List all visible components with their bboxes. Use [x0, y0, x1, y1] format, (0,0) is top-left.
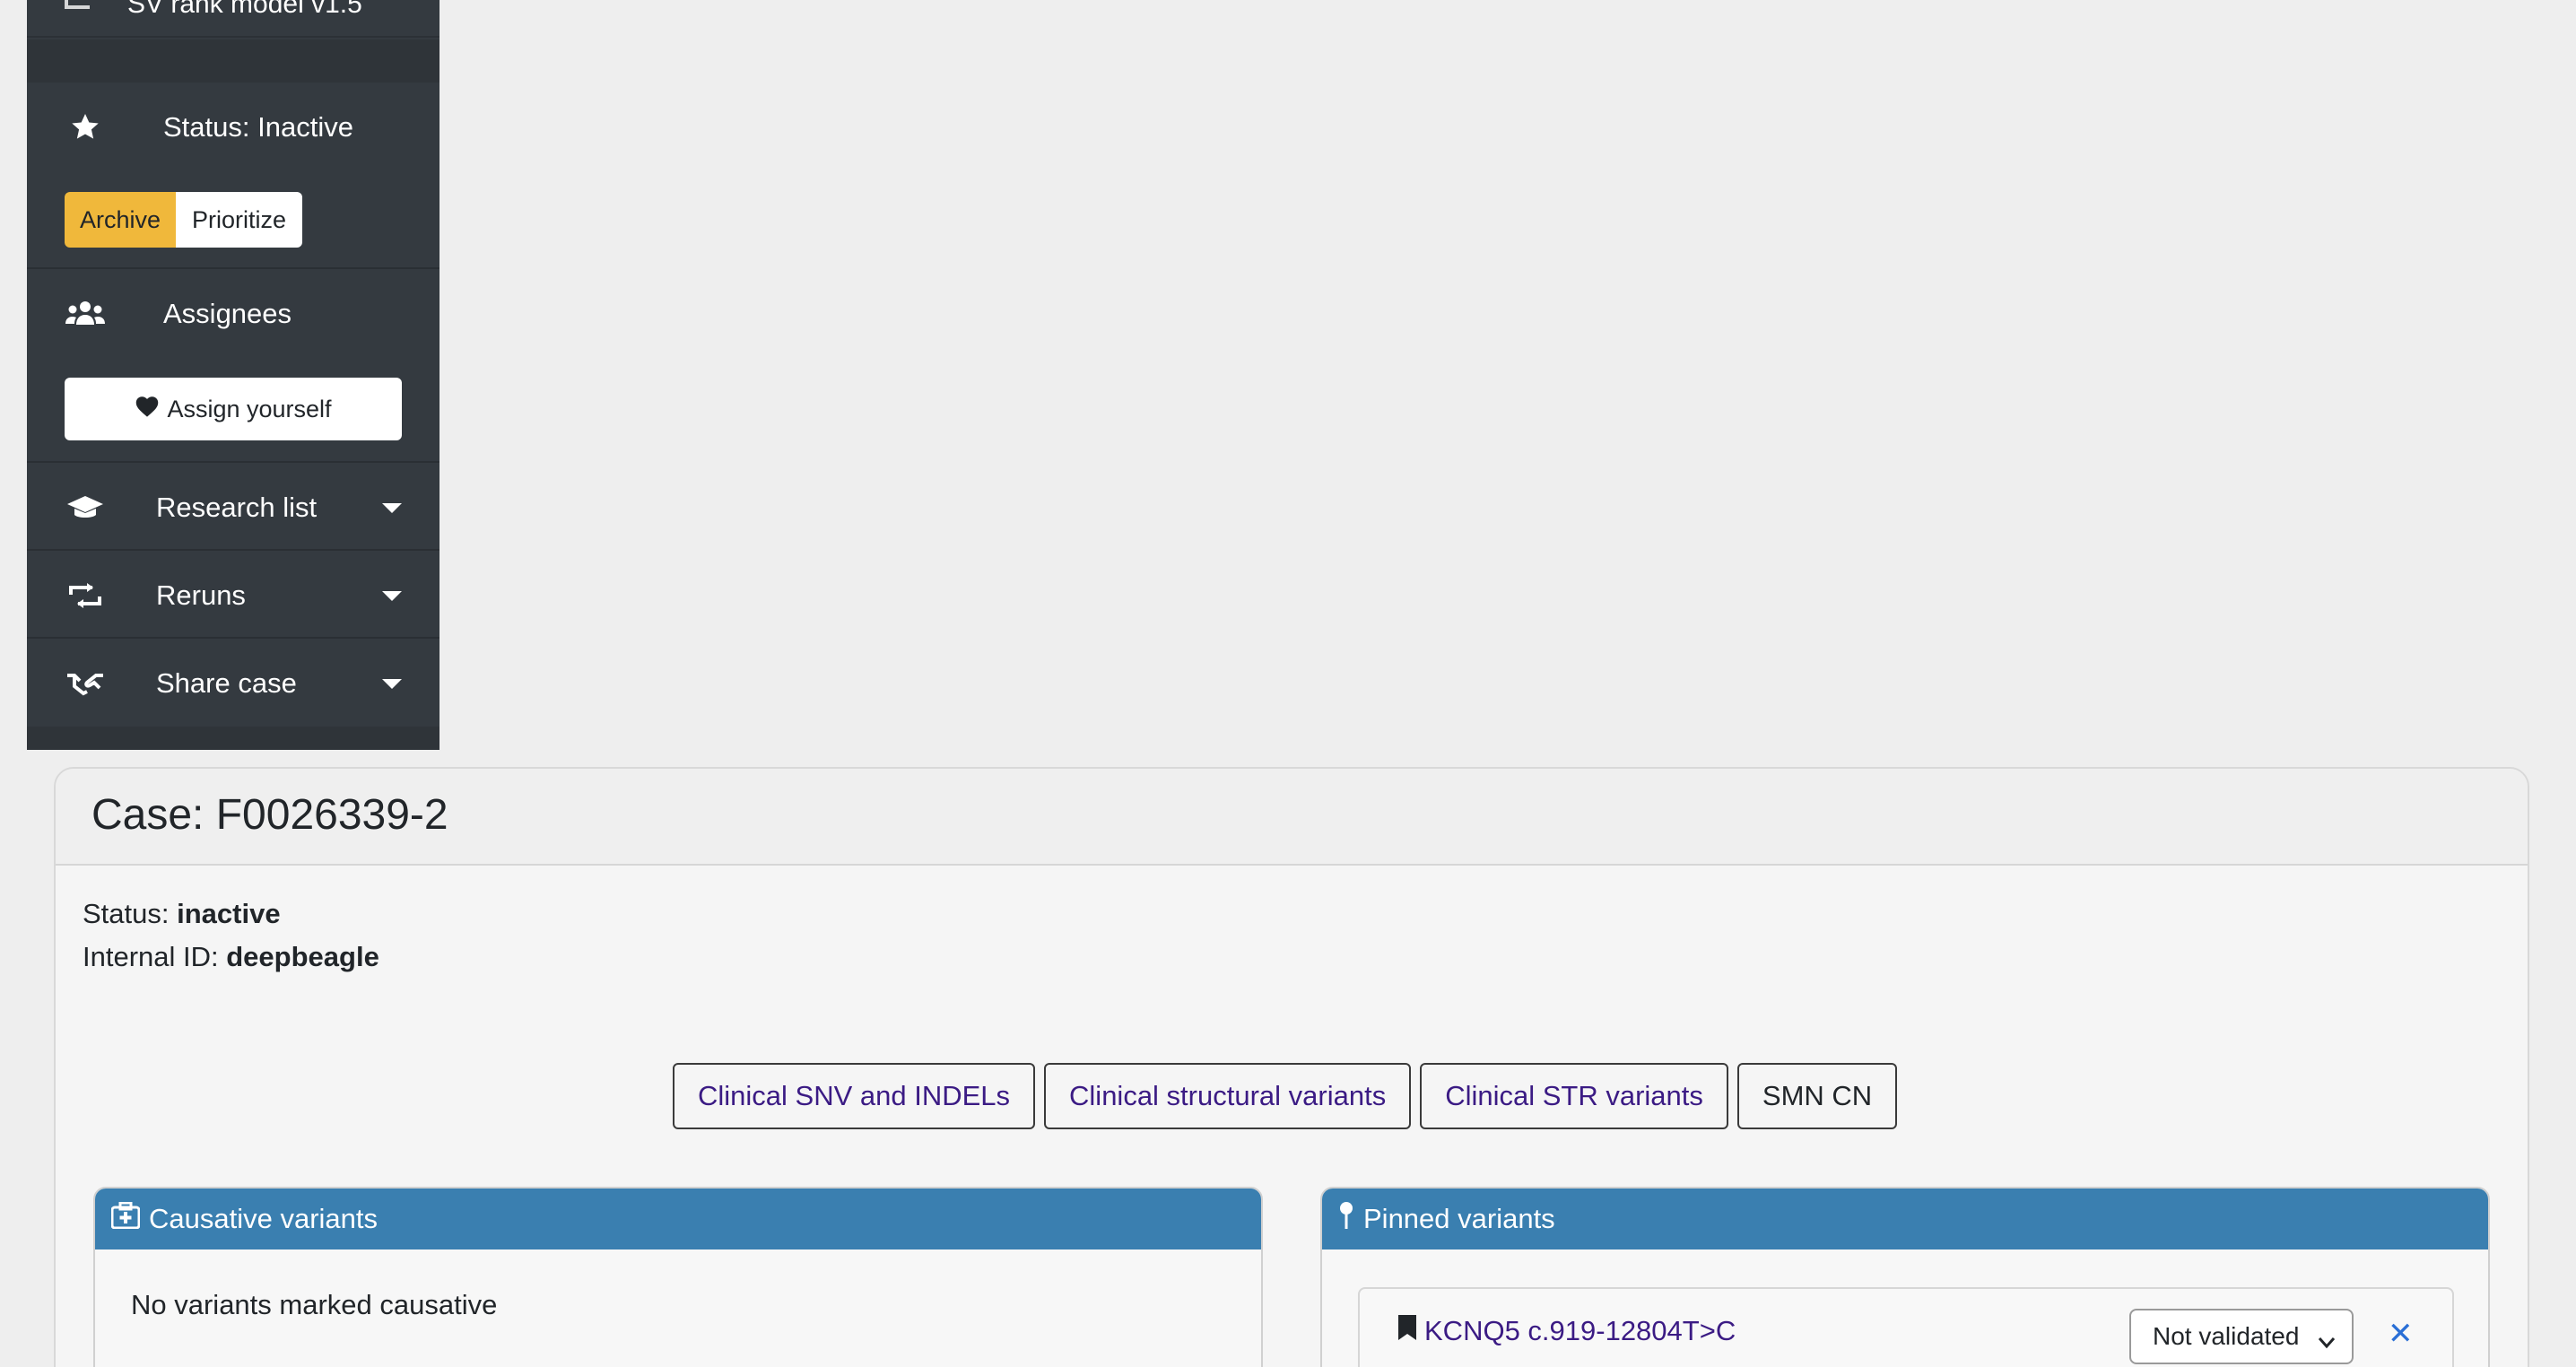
internal-id-value: deepbeagle — [226, 941, 379, 972]
clinical-snv-button[interactable]: Clinical SNV and INDELs — [673, 1063, 1036, 1129]
case-header: Case: F0026339-2 — [56, 769, 2528, 866]
heart-icon — [135, 395, 160, 424]
assign-yourself-label: Assign yourself — [167, 395, 332, 422]
status-button-group: Archive Prioritize — [65, 192, 303, 248]
medkit-icon — [110, 1201, 141, 1236]
sidebar-divider — [27, 461, 439, 463]
pinned-panel-title: Pinned variants — [1363, 1203, 1555, 1234]
causative-variants-panel: Causative variants No variants marked ca… — [93, 1187, 1263, 1367]
sidebar-item-share-case[interactable]: Share case — [27, 666, 439, 701]
validation-select-value: Not validated — [2153, 1322, 2300, 1350]
page-title: Case: F0026339-2 — [91, 791, 448, 839]
case-sidebar: SV rank model v1.5 Status: Inactive Arch… — [27, 0, 439, 750]
remove-pin-icon[interactable]: ✕ — [2388, 1316, 2414, 1352]
case-internal-id: Internal ID: deepbeagle — [83, 941, 379, 973]
assignees-label: Assignees — [163, 298, 292, 329]
sidebar-assignees: Assignees — [27, 296, 439, 332]
clinical-sv-button[interactable]: Clinical structural variants — [1044, 1063, 1412, 1129]
retweet-icon — [65, 578, 106, 614]
prioritize-button[interactable]: Prioritize — [176, 192, 303, 248]
validation-select[interactable]: Not validated — [2129, 1309, 2354, 1364]
assign-yourself-button[interactable]: Assign yourself — [65, 378, 402, 440]
research-list-label: Research list — [156, 492, 318, 523]
chevron-down-icon — [382, 590, 402, 601]
graduation-cap-icon — [65, 490, 106, 526]
chevron-down-icon — [382, 502, 402, 513]
sidebar-spacer — [27, 39, 439, 83]
causative-panel-header: Causative variants — [95, 1189, 1261, 1249]
sidebar-status: Status: Inactive — [27, 109, 439, 145]
causative-empty-text: No variants marked causative — [131, 1289, 498, 1320]
status-value: inactive — [177, 898, 281, 929]
pinned-panel-header: Pinned variants — [1322, 1189, 2488, 1249]
pin-icon — [1338, 1201, 1354, 1237]
bookmark-icon — [1397, 1314, 1417, 1348]
star-icon — [65, 109, 106, 145]
handshake-icon — [65, 666, 106, 701]
sidebar-item-label: SV rank model v1.5 — [127, 0, 362, 19]
case-status: Status: inactive — [83, 898, 281, 930]
pinned-variants-panel: Pinned variants KCNQ5 c.919-12804T>C Not… — [1320, 1187, 2490, 1367]
causative-panel-title: Causative variants — [149, 1203, 379, 1234]
reruns-label: Reruns — [156, 579, 246, 611]
share-case-label: Share case — [156, 667, 297, 699]
pinned-variant-item: KCNQ5 c.919-12804T>C Not validated ✕ — [1358, 1287, 2454, 1367]
status-prefix: Status: — [83, 898, 178, 929]
chevron-down-icon — [382, 678, 402, 689]
archive-button[interactable]: Archive — [65, 192, 177, 248]
variant-buttons: Clinical SNV and INDELs Clinical structu… — [673, 1063, 1898, 1129]
status-label: Status: Inactive — [163, 111, 353, 143]
chevron-down-icon — [2318, 1327, 2336, 1355]
sidebar-item-research-list[interactable]: Research list — [27, 490, 439, 526]
case-card: Case: F0026339-2 Status: inactive Intern… — [54, 767, 2529, 1367]
sidebar-bottom — [27, 727, 439, 750]
smn-cn-button[interactable]: SMN CN — [1736, 1063, 1898, 1129]
users-icon — [65, 296, 106, 332]
sidebar-item-sv-rank-model[interactable]: SV rank model v1.5 — [27, 0, 439, 38]
sidebar-divider — [27, 267, 439, 269]
internal-id-prefix: Internal ID: — [83, 941, 227, 972]
pinned-variant-link[interactable]: KCNQ5 c.919-12804T>C — [1397, 1314, 1736, 1348]
chart-icon — [65, 0, 90, 9]
sidebar-divider — [27, 637, 439, 639]
clinical-str-button[interactable]: Clinical STR variants — [1420, 1063, 1728, 1129]
sidebar-item-reruns[interactable]: Reruns — [27, 578, 439, 614]
pinned-variant-label: KCNQ5 c.919-12804T>C — [1424, 1315, 1736, 1346]
sidebar-divider — [27, 549, 439, 551]
